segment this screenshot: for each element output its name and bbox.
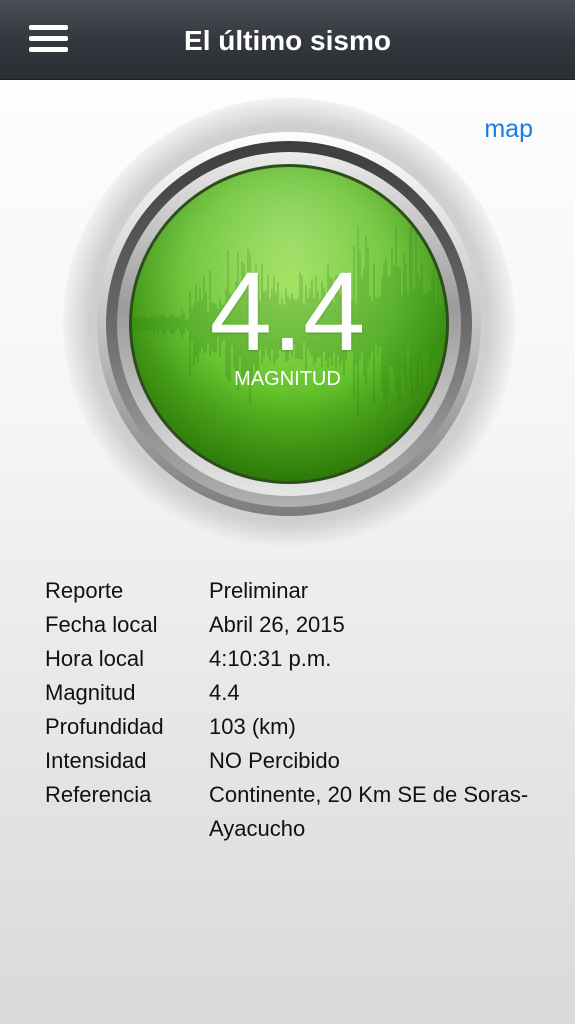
detail-value: Continente, 20 Km SE de Soras-Ayacucho: [209, 782, 529, 841]
detail-row-magnitud: Magnitud 4.4: [45, 676, 545, 710]
detail-value: Abril 26, 2015: [209, 612, 345, 637]
detail-row-intensidad: Intensidad NO Percibido: [45, 744, 545, 778]
detail-value: 4:10:31 p.m.: [209, 646, 332, 671]
detail-label: Profundidad: [45, 714, 164, 739]
detail-label: Hora local: [45, 646, 145, 671]
detail-value: Preliminar: [209, 578, 309, 603]
detail-label: Magnitud: [45, 680, 136, 705]
detail-label: Reporte: [45, 578, 124, 603]
detail-label: Intensidad: [45, 748, 147, 773]
magnitude-label: MAGNITUD: [234, 368, 341, 390]
detail-row-fecha: Fecha local Abril 26, 2015: [45, 608, 545, 642]
map-link[interactable]: map: [484, 115, 533, 144]
detail-row-hora: Hora local 4:10:31 p.m.: [45, 642, 545, 676]
detail-row-referencia: Referencia Continente, 20 Km SE de Soras…: [45, 778, 545, 846]
detail-row-profundidad: Profundidad 103 (km): [45, 710, 545, 744]
detail-row-reporte: Reporte Preliminar: [45, 574, 545, 608]
detail-value: NO Percibido: [209, 748, 340, 773]
earthquake-details: Reporte Preliminar Fecha local Abril 26,…: [45, 574, 545, 846]
magnitude-value: 4.4: [209, 249, 366, 374]
detail-value: 4.4: [209, 680, 240, 705]
detail-label: Referencia: [45, 782, 152, 807]
detail-label: Fecha local: [45, 612, 158, 637]
detail-value: 103 (km): [209, 714, 296, 739]
